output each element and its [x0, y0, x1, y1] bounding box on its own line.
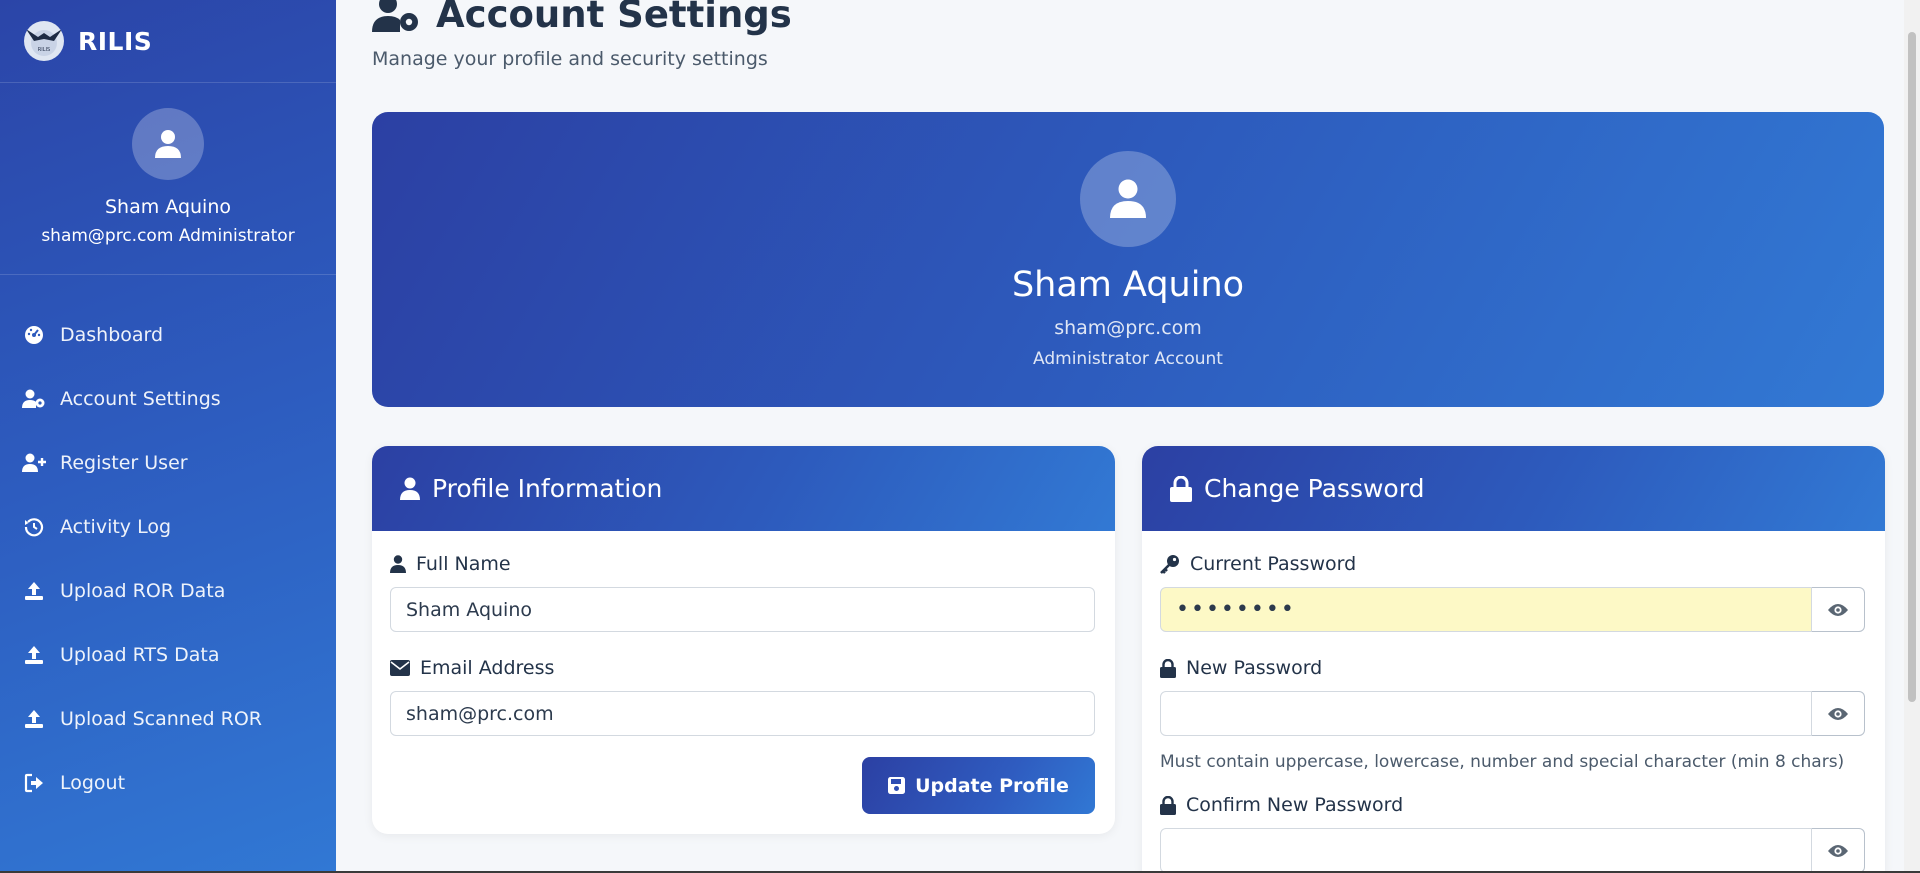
update-profile-button[interactable]: Update Profile	[862, 757, 1095, 814]
current-password-group: ••••••••	[1160, 587, 1865, 632]
new-password-label: New Password	[1160, 655, 1865, 681]
sidebar-item-register-user[interactable]: Register User	[0, 431, 336, 495]
sidebar-item-label: Dashboard	[60, 324, 164, 346]
svg-text:RILIS: RILIS	[38, 47, 50, 53]
sidebar-item-label: Upload RTS Data	[60, 644, 220, 666]
confirm-password-group	[1160, 828, 1865, 873]
confirm-password-label: Confirm New Password	[1160, 792, 1865, 818]
toggle-new-password-button[interactable]	[1812, 691, 1865, 736]
sidebar: RILIS RILIS Sham Aquino sham@prc.com Adm…	[0, 0, 336, 873]
lock-icon	[1160, 658, 1176, 678]
brand[interactable]: RILIS RILIS	[0, 0, 336, 83]
page-subtitle: Manage your profile and security setting…	[372, 48, 768, 70]
sidebar-user-name: Sham Aquino	[104, 196, 231, 218]
sidebar-nav: Dashboard Account Settings Register User…	[0, 275, 336, 815]
sidebar-item-account-settings[interactable]: Account Settings	[0, 367, 336, 431]
brand-name: RILIS	[78, 26, 153, 56]
sign-out-icon	[22, 771, 46, 795]
sidebar-item-label: Register User	[60, 452, 188, 474]
scrollbar-thumb[interactable]	[1908, 32, 1916, 702]
user-icon	[390, 555, 406, 573]
sidebar-item-upload-scanned-ror[interactable]: Upload Scanned ROR	[0, 687, 336, 751]
password-requirements-hint: Must contain uppercase, lowercase, numbe…	[1160, 752, 1845, 772]
upload-icon	[22, 579, 46, 603]
profile-card-header: Profile Information	[372, 446, 1115, 531]
email-input[interactable]: sham@prc.com	[390, 691, 1095, 736]
page-title-text: Account Settings	[436, 0, 792, 36]
sidebar-item-upload-ror[interactable]: Upload ROR Data	[0, 559, 336, 623]
user-plus-icon	[22, 451, 46, 475]
profile-hero: Sham Aquino sham@prc.com Administrator A…	[372, 112, 1884, 407]
sidebar-item-label: Account Settings	[60, 388, 221, 410]
page-scrollbar[interactable]	[1904, 0, 1920, 873]
main-content: Account Settings Manage your profile and…	[336, 0, 1920, 873]
sidebar-item-dashboard[interactable]: Dashboard	[0, 303, 336, 367]
sidebar-user: Sham Aquino sham@prc.com Administrator	[0, 83, 336, 275]
hero-role: Administrator Account	[1033, 349, 1223, 369]
current-password-label: Current Password	[1160, 551, 1865, 577]
user-gear-icon	[372, 0, 420, 34]
password-card: Change Password Current Password •••••••…	[1142, 446, 1885, 873]
new-password-input[interactable]	[1160, 691, 1812, 736]
user-gear-icon	[22, 387, 46, 411]
profile-card-title: Profile Information	[432, 474, 663, 503]
hero-email: sham@prc.com	[1054, 317, 1202, 339]
sidebar-item-upload-rts[interactable]: Upload RTS Data	[0, 623, 336, 687]
current-password-input[interactable]: ••••••••	[1160, 587, 1812, 632]
lock-icon	[1170, 475, 1192, 502]
gauge-icon	[22, 323, 46, 347]
avatar	[1080, 151, 1176, 247]
sidebar-item-label: Logout	[60, 772, 126, 794]
save-icon	[888, 777, 906, 794]
user-icon	[155, 130, 181, 158]
eye-icon	[1828, 707, 1848, 720]
sidebar-item-label: Upload Scanned ROR	[60, 708, 262, 730]
upload-icon	[22, 643, 46, 667]
page-header: Account Settings Manage your profile and…	[372, 0, 792, 70]
profile-card: Profile Information Full Name Sham Aquin…	[372, 446, 1115, 834]
hero-name: Sham Aquino	[1011, 265, 1245, 305]
avatar	[132, 108, 204, 180]
sidebar-item-activity-log[interactable]: Activity Log	[0, 495, 336, 559]
email-label: Email Address	[390, 655, 1095, 681]
envelope-icon	[390, 660, 410, 676]
brand-logo: RILIS	[24, 21, 64, 61]
toggle-current-password-button[interactable]	[1812, 587, 1865, 632]
sidebar-item-label: Upload ROR Data	[60, 580, 226, 602]
sidebar-item-label: Activity Log	[60, 516, 172, 538]
full-name-input[interactable]: Sham Aquino	[390, 587, 1095, 632]
toggle-confirm-password-button[interactable]	[1812, 828, 1865, 873]
key-icon	[1160, 554, 1180, 574]
user-icon	[400, 477, 420, 501]
eye-icon	[1828, 844, 1848, 857]
confirm-password-input[interactable]	[1160, 828, 1812, 873]
upload-icon	[22, 707, 46, 731]
password-card-title: Change Password	[1204, 474, 1425, 503]
history-icon	[22, 515, 46, 539]
page-title: Account Settings	[372, 0, 792, 36]
password-card-header: Change Password	[1142, 446, 1885, 531]
new-password-group	[1160, 691, 1865, 736]
full-name-label: Full Name	[390, 551, 1095, 577]
eye-icon	[1828, 603, 1848, 616]
sidebar-user-email-role: sham@prc.com Administrator	[41, 226, 295, 246]
lock-icon	[1160, 795, 1176, 815]
user-icon	[1110, 179, 1146, 218]
sidebar-item-logout[interactable]: Logout	[0, 751, 336, 815]
